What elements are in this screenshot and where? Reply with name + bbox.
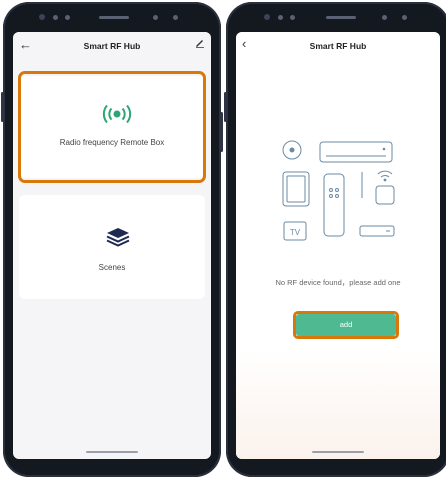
highlight-frame-add-button	[293, 311, 399, 339]
empty-state-message: No RF device found，please add one	[275, 278, 401, 287]
volume-button	[224, 92, 227, 122]
camera-lens-icon	[39, 14, 45, 20]
phone-frame-left: ← Smart RF Hub Radio frequency Remote Bo…	[1, 2, 223, 477]
home-indicator	[312, 451, 364, 453]
speaker-grille	[326, 16, 356, 19]
sensor-dot-icon	[65, 15, 70, 20]
app-screen-left: ← Smart RF Hub Radio frequency Remote Bo…	[13, 32, 211, 459]
sensor-dot-icon	[173, 15, 178, 20]
tv-label: TV	[290, 228, 301, 237]
app-screen-right: ‹ Smart RF Hub TV No RF device found，ple…	[236, 32, 440, 459]
phone-frame-right: ‹ Smart RF Hub TV No RF device found，ple…	[224, 2, 446, 477]
status-bar	[226, 8, 446, 26]
sensor-dot-icon	[53, 15, 58, 20]
sensor-dot-icon	[278, 15, 283, 20]
layers-icon	[106, 228, 130, 247]
bottom-background-gradient	[236, 349, 440, 459]
devices-illustration: TV	[282, 140, 395, 241]
sensor-dot-icon	[402, 15, 407, 20]
page-title: Smart RF Hub	[83, 41, 141, 51]
status-bar	[3, 8, 221, 26]
sensor-dot-icon	[153, 15, 158, 20]
app-header: ‹ Smart RF Hub	[236, 32, 440, 62]
highlight-frame-rf-card	[18, 71, 206, 183]
page-title: Smart RF Hub	[309, 41, 367, 51]
volume-button	[1, 92, 4, 122]
speaker-grille	[99, 16, 129, 19]
sensor-dot-icon	[382, 15, 387, 20]
power-button	[220, 112, 223, 152]
edit-pencil-icon[interactable]	[195, 38, 205, 51]
app-header: ← Smart RF Hub	[13, 32, 211, 62]
scenes-label: Scenes	[98, 263, 126, 272]
home-indicator	[86, 451, 138, 453]
camera-lens-icon	[264, 14, 270, 20]
sensor-dot-icon	[290, 15, 295, 20]
scenes-card[interactable]: Scenes	[19, 195, 205, 299]
